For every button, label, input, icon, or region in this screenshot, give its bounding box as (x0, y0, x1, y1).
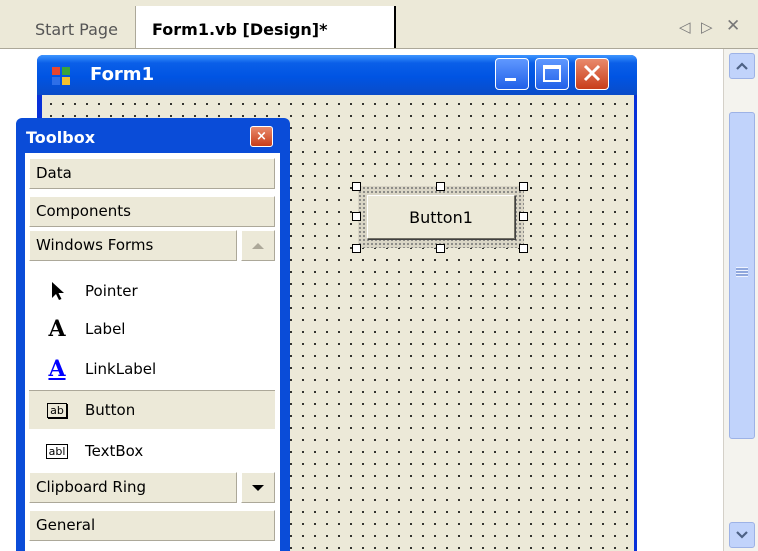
toolbox-item-linklabel[interactable]: A LinkLabel (29, 350, 275, 388)
pointer-arrow-icon (43, 279, 71, 303)
maximize-button[interactable] (535, 58, 569, 90)
resize-handle-top-right[interactable] (519, 182, 528, 191)
toolbox-item-button-label: Button (85, 401, 136, 419)
resize-handle-top-center[interactable] (436, 182, 445, 191)
textbox-abl-icon: abl (43, 439, 71, 463)
resize-handle-middle-right[interactable] (519, 212, 528, 221)
toolbox-item-textbox[interactable]: abl TextBox (29, 432, 275, 470)
resize-handle-bottom-left[interactable] (352, 244, 361, 253)
toolbox-tab-general-label: General (36, 516, 96, 534)
toolbox-title: Toolbox (26, 128, 96, 147)
toolbox-tab-windows-forms-label: Windows Forms (36, 236, 154, 254)
tab-start-page[interactable]: Start Page (35, 20, 118, 39)
designer-button1-label: Button1 (409, 207, 473, 227)
form-app-icon (52, 67, 70, 85)
triangle-up-icon (252, 242, 264, 249)
resize-handle-bottom-right[interactable] (519, 244, 528, 253)
close-document-icon[interactable]: ✕ (726, 16, 740, 36)
scroll-down-button[interactable] (729, 522, 755, 548)
toolbox-item-label-label: Label (85, 320, 126, 338)
scroll-up-button[interactable] (729, 53, 755, 79)
toolbox-tab-general[interactable]: General (29, 510, 275, 541)
toolbox-tab-windows-forms[interactable]: Windows Forms (29, 230, 237, 261)
tab-scroll-right-icon[interactable]: ▷ (701, 18, 713, 36)
toolbox-scroll-down-button[interactable] (241, 472, 275, 503)
close-icon (583, 64, 601, 82)
toolbox-tab-components[interactable]: Components (29, 196, 275, 227)
toolbox-tab-clipboard-ring-label: Clipboard Ring (36, 478, 147, 496)
maximize-icon (543, 65, 561, 82)
minimize-button[interactable] (495, 58, 529, 90)
resize-handle-bottom-center[interactable] (436, 244, 445, 253)
label-a-icon: A (48, 316, 66, 342)
toolbox-item-label[interactable]: A Label (29, 310, 275, 348)
link-label-a-icon: A (48, 356, 66, 382)
toolbox-item-textbox-label: TextBox (85, 442, 144, 460)
minimize-icon (505, 78, 516, 81)
toolbox-tab-components-label: Components (36, 202, 131, 220)
button-ab-icon: ab (43, 398, 71, 422)
scroll-thumb[interactable] (729, 112, 755, 439)
scroll-grip-icon (736, 267, 748, 277)
toolbox-item-button[interactable]: ab Button (29, 390, 275, 429)
toolbox-tab-data[interactable]: Data (29, 158, 275, 189)
triangle-down-icon (252, 484, 264, 491)
designer-button1[interactable]: Button1 (367, 195, 515, 239)
tab-scroll-left-icon[interactable]: ◁ (679, 18, 691, 36)
resize-handle-top-left[interactable] (352, 182, 361, 191)
resize-handle-middle-left[interactable] (352, 212, 361, 221)
toolbox-item-pointer-label: Pointer (85, 282, 138, 300)
chevron-up-icon (736, 62, 748, 70)
vertical-scrollbar[interactable] (723, 49, 758, 551)
toolbox-close-icon: × (256, 129, 267, 144)
tab-form1-design[interactable]: Form1.vb [Design]* (135, 6, 396, 48)
chevron-down-icon (736, 531, 748, 539)
toolbox-item-pointer[interactable]: Pointer (29, 272, 275, 310)
toolbox-item-linklabel-label: LinkLabel (85, 360, 157, 378)
close-button[interactable] (575, 58, 609, 90)
toolbox-tab-clipboard-ring[interactable]: Clipboard Ring (29, 472, 237, 503)
toolbox-close-button[interactable]: × (250, 126, 273, 147)
toolbox-scroll-up-button[interactable] (241, 230, 275, 261)
toolbox-tab-data-label: Data (36, 164, 72, 182)
form-title: Form1 (90, 64, 155, 85)
tab-form1-label: Form1.vb [Design]* (152, 20, 328, 39)
